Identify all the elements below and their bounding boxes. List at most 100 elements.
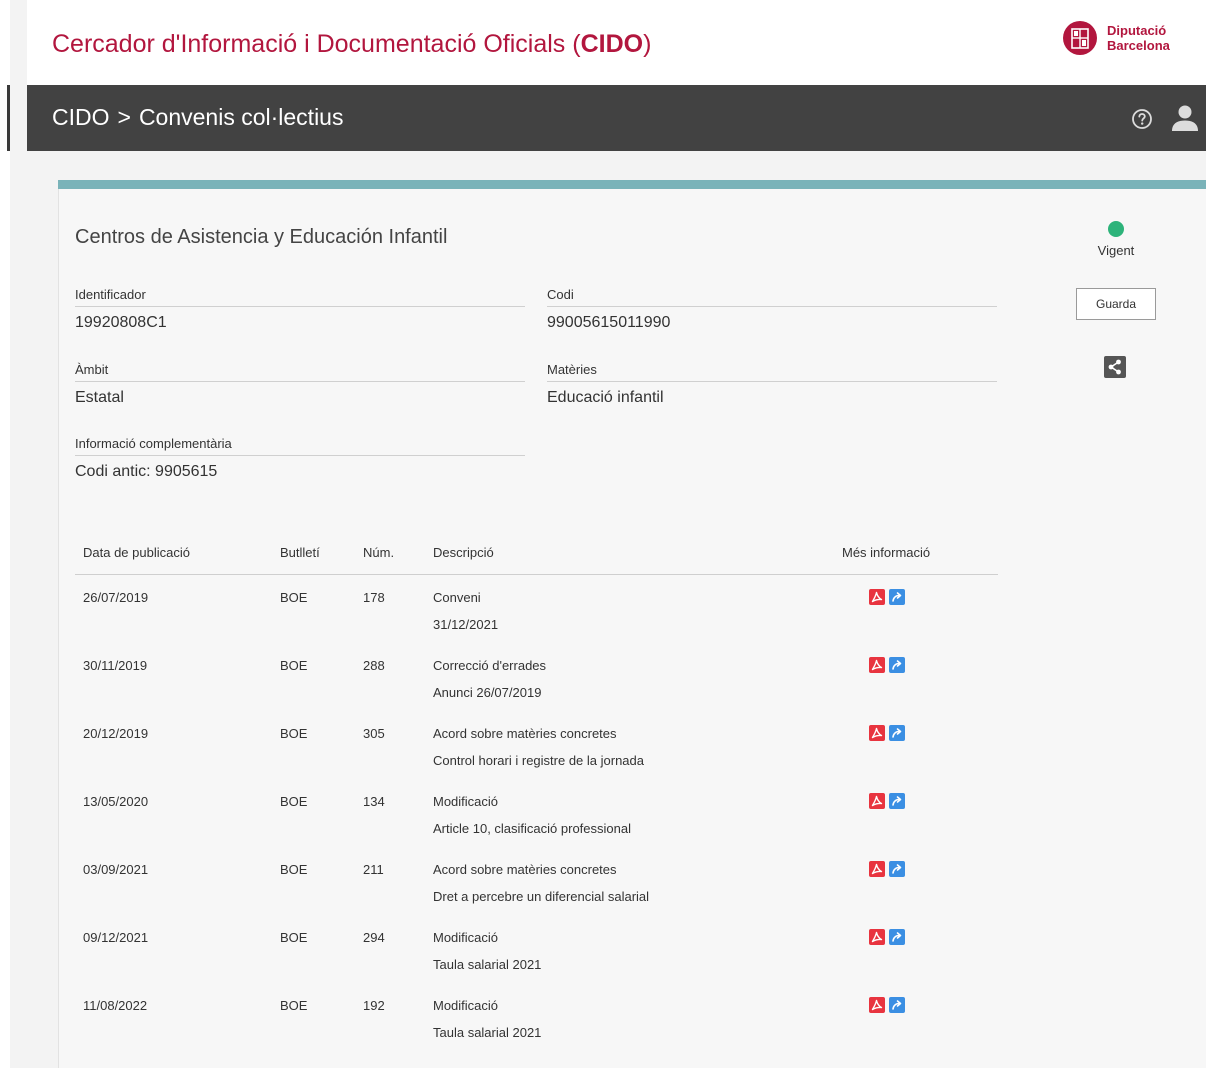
cell-detail: 31/12/2021 [433,617,499,632]
cell-date: 26/07/2019 [83,590,149,605]
convenio-title: Centros de Asistencia y Educación Infant… [75,226,448,248]
external-link-icon[interactable] [889,793,905,809]
cell-date: 13/05/2020 [83,794,149,809]
breadcrumb-current: Convenis col·lectius [138,104,344,130]
cell-descripcio: Acord sobre matèries concretes [433,726,617,741]
external-link-icon[interactable] [889,725,905,741]
row-actions [869,589,909,607]
col-date: Data de publicació [83,545,190,560]
brand-name-line1: Diputació [1107,23,1167,38]
cell-detail: Article 10, clasificació professional [433,821,631,836]
brand-link[interactable]: Diputació Barcelona [1063,21,1203,61]
cell-butlleti: BOE [280,726,308,741]
table-row: 26/07/2019 BOE 178 Conveni 31/12/2021 [75,575,998,643]
cell-num: 305 [363,726,385,741]
cell-detail: Dret a percebre un diferencial salarial [433,889,650,904]
save-button[interactable]: Guarda [1076,288,1156,320]
left-edge [0,0,10,1068]
left-edge-marker [7,85,10,151]
status-indicator: Vigent [1093,221,1139,258]
cell-butlleti: BOE [280,930,308,945]
cell-date: 20/12/2019 [83,726,149,741]
diputacio-logo-icon [1063,21,1097,55]
pdf-icon[interactable] [869,589,885,605]
cell-num: 211 [363,862,384,877]
pdf-icon[interactable] [869,725,885,741]
breadcrumb-root[interactable]: CIDO [52,104,110,130]
user-icon[interactable] [1170,104,1200,132]
pdf-icon[interactable] [869,861,885,877]
site-title-acronym: CIDO [580,30,644,58]
row-actions [869,725,909,743]
brand-name-line2: Barcelona [1107,38,1170,53]
cell-descripcio: Acord sobre matèries concretes [433,862,617,877]
cell-butlleti: BOE [280,794,308,809]
table-row: 09/12/2021 BOE 294 Modificació Taula sal… [75,915,998,983]
site-header: Cercador d'Informació i Documentació Ofi… [27,0,1206,85]
field-value: Codi antic: 9905615 [75,463,218,480]
pdf-icon[interactable] [869,929,885,945]
table-header: Data de publicació Butlletí Núm. Descrip… [75,536,998,575]
table-row: 03/09/2021 BOE 211 Acord sobre matèries … [75,847,998,915]
breadcrumb: CIDO > Convenis col·lectius [52,104,343,131]
field-value: 19920808C1 [75,314,167,331]
col-mes-informacio: Més informació [842,545,931,560]
external-link-icon[interactable] [889,657,905,673]
external-link-icon[interactable] [889,589,905,605]
site-title[interactable]: Cercador d'Informació i Documentació Ofi… [52,30,651,59]
breadcrumb-separator: > [117,104,131,130]
external-link-icon[interactable] [889,929,905,945]
row-actions [869,929,909,947]
site-title-prefix: Cercador d'Informació i Documentació Ofi… [52,30,581,58]
cell-detail: Control horari i registre de la jornada [433,753,644,768]
external-link-icon[interactable] [889,997,905,1013]
cell-detail: Taula salarial 2021 [433,1025,542,1040]
app-navbar: CIDO > Convenis col·lectius [27,85,1206,151]
row-actions [869,861,909,879]
cell-detail: Taula salarial 2021 [433,957,542,972]
card-accent-bar [58,180,1206,189]
cell-num: 294 [363,930,385,945]
help-icon[interactable] [1131,108,1153,130]
card-border [58,189,59,1068]
table-body: 26/07/2019 BOE 178 Conveni 31/12/2021 30… [75,575,998,1051]
field-informacio-complementaria: Informació complementària Codi antic: 99… [75,435,525,481]
col-descripcio: Descripció [433,545,494,560]
status-dot [1108,221,1124,237]
cell-butlleti: BOE [280,658,308,673]
table-row: 13/05/2020 BOE 134 Modificació Article 1… [75,779,998,847]
field-materies: Matèries Educació infantil [547,361,997,407]
cell-date: 11/08/2022 [83,998,148,1013]
table-row: 11/08/2022 BOE 192 Modificació Taula sal… [75,983,998,1051]
cell-butlleti: BOE [280,590,308,605]
cell-butlleti: BOE [280,862,308,877]
external-link-icon[interactable] [889,861,905,877]
brand-name: Diputació Barcelona [1107,23,1170,53]
field-codi: Codi 99005615011990 [547,286,997,332]
row-actions [869,657,909,675]
col-num: Núm. [363,545,395,560]
field-label: Àmbit [75,361,525,382]
cell-num: 288 [363,658,385,673]
pdf-icon[interactable] [869,997,885,1013]
convenio-card: Centros de Asistencia y Educación Infant… [58,180,1206,1068]
pdf-icon[interactable] [869,793,885,809]
cell-num: 134 [363,794,385,809]
field-value: Estatal [75,389,124,406]
cell-descripcio: Conveni [433,590,481,605]
publications-table: Data de publicació Butlletí Núm. Descrip… [75,536,998,1051]
field-label: Identificador [75,286,525,307]
status-label: Vigent [1097,243,1135,258]
field-label: Codi [547,286,997,307]
cell-descripcio: Correcció d'errades [433,658,547,673]
field-value: 99005615011990 [547,314,671,331]
field-label: Matèries [547,361,997,382]
field-label: Informació complementària [75,435,525,456]
cell-date: 30/11/2019 [83,658,148,673]
share-icon[interactable] [1104,356,1126,378]
cell-descripcio: Modificació [433,794,499,809]
cell-num: 192 [363,998,385,1013]
pdf-icon[interactable] [869,657,885,673]
site-title-suffix: ) [643,30,652,58]
field-value: Educació infantil [547,389,664,406]
